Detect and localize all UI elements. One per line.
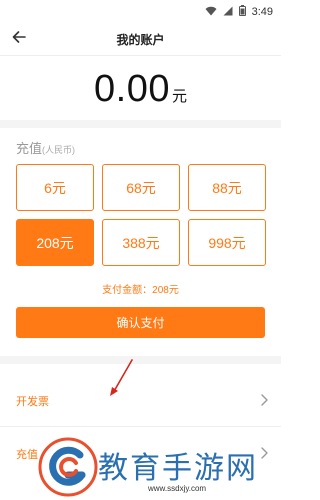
section-divider [0,120,281,128]
recharge-record-label: 充值 [16,449,38,461]
section-divider [0,356,281,364]
wifi-icon [205,3,217,21]
invoice-label: 开发票 [16,396,49,408]
payment-total: 支付金额：208元 [102,285,179,296]
recharge-option-68[interactable]: 68元 [102,164,180,211]
recharge-options-grid: 6元 68元 88元 208元 388元 998元 [16,164,266,266]
annotation-arrow-icon [108,358,136,398]
status-icons: 3:49 [205,3,273,21]
balance-display: 0.00 元 [0,68,281,111]
recharge-option-998[interactable]: 998元 [188,219,266,266]
battery-icon [238,3,246,21]
watermark-logo-icon [38,437,98,497]
confirm-payment-button[interactable]: 确认支付 [16,307,265,338]
status-bar: 3:49 [0,0,281,20]
balance-amount: 0.00 [94,68,170,110]
recharge-title: 充值 [16,141,43,156]
status-time: 3:49 [251,6,273,18]
recharge-section-title: 充值(人民币) [16,138,75,157]
watermark-url: www.ssdxjy.com [148,484,207,493]
recharge-option-208[interactable]: 208元 [16,219,94,266]
recharge-subtitle: (人民币) [42,145,76,155]
recharge-option-6[interactable]: 6元 [16,164,94,211]
recharge-option-88[interactable]: 88元 [188,164,266,211]
watermark: 教育手游网 www.ssdxjy.com [38,437,281,500]
watermark-text: 教育手游网 [98,451,258,486]
invoice-row[interactable]: 开发票 [0,375,281,427]
balance-unit: 元 [171,88,187,105]
signal-icon [223,3,233,21]
app-bar: 我的账户 [0,22,281,56]
page-title: 我的账户 [116,33,165,47]
chevron-right-icon [259,393,269,407]
recharge-option-388[interactable]: 388元 [102,219,180,266]
